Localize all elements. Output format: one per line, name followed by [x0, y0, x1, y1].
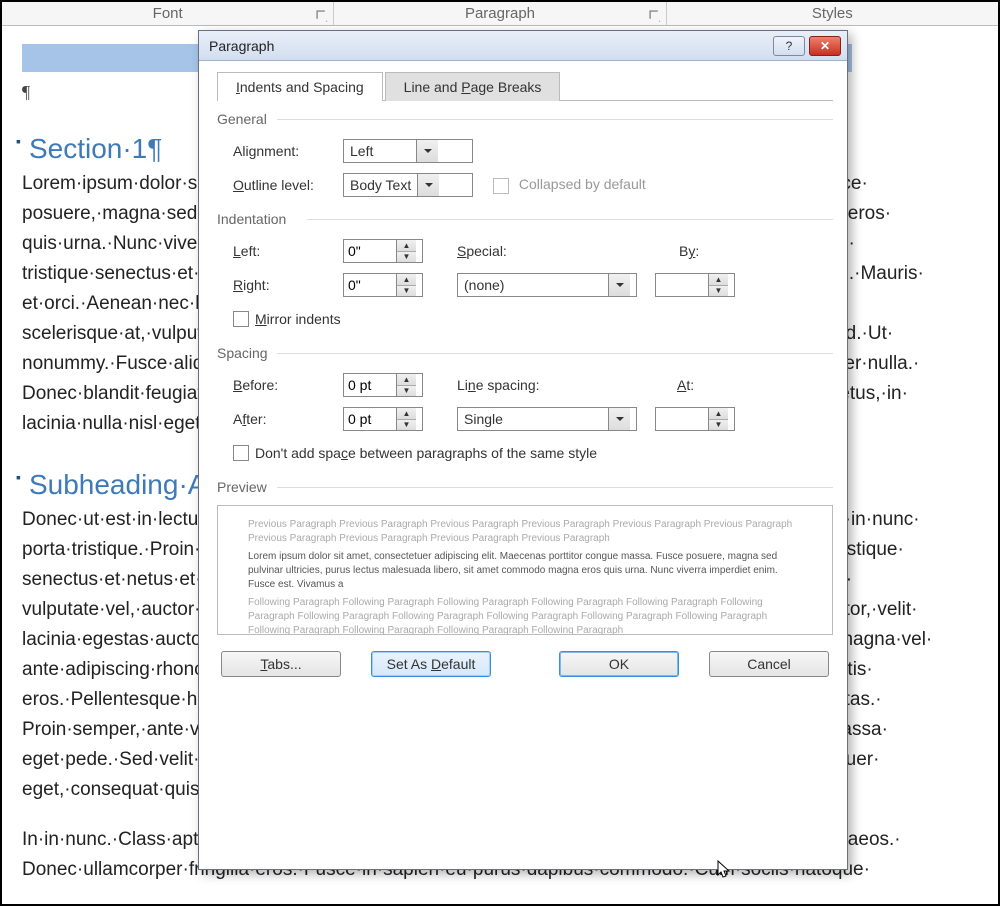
help-icon: ?: [786, 39, 793, 53]
group-general-label: General: [217, 111, 833, 127]
set-as-default-button[interactable]: Set As Default: [371, 651, 491, 677]
spin-down-icon[interactable]: ▼: [709, 420, 728, 431]
no-space-label: Don't add space between paragraphs of th…: [255, 445, 597, 461]
after-label: After:: [233, 411, 343, 427]
ribbon-paragraph-label: Paragraph: [465, 5, 535, 22]
preview-next-text: Following Paragraph Following Paragraph …: [248, 596, 802, 635]
spin-down-icon[interactable]: ▼: [397, 386, 416, 397]
indent-left-label: Left:: [233, 243, 343, 259]
tab-line-page-breaks[interactable]: Line and Page Breaks: [385, 72, 561, 101]
outline-level-combo[interactable]: Body Text: [343, 173, 473, 197]
outline-level-value: Body Text: [344, 175, 417, 195]
spin-up-icon[interactable]: ▲: [397, 274, 416, 286]
indent-right-label: Right:: [233, 277, 343, 293]
preview-sample-text: Lorem ipsum dolor sit amet, consectetuer…: [248, 550, 802, 592]
spin-up-icon[interactable]: ▲: [397, 240, 416, 252]
spin-up-icon[interactable]: ▲: [397, 408, 416, 420]
indent-right-input[interactable]: [344, 274, 396, 296]
by-input[interactable]: [656, 274, 708, 296]
after-spinner[interactable]: ▲▼: [343, 407, 423, 431]
alignment-combo[interactable]: Left: [343, 139, 473, 163]
dialog-titlebar[interactable]: Paragraph ? ✕: [199, 31, 847, 61]
ribbon-group-font: Font: [2, 2, 334, 25]
spin-up-icon[interactable]: ▲: [397, 374, 416, 386]
ribbon-font-label: Font: [153, 5, 183, 22]
spin-down-icon[interactable]: ▼: [709, 286, 728, 297]
at-spinner[interactable]: ▲▼: [655, 407, 735, 431]
group-indentation-label: Indentation: [217, 211, 833, 227]
by-label: By:: [679, 243, 789, 259]
group-spacing-label: Spacing: [217, 345, 833, 361]
paragraph-dialog: Paragraph ? ✕ IIndents and Spacingndents…: [198, 30, 848, 870]
chevron-down-icon: [608, 408, 630, 430]
dialog-launcher-icon[interactable]: [648, 9, 662, 23]
by-spinner[interactable]: ▲▼: [655, 273, 735, 297]
mirror-indents-checkbox[interactable]: [233, 311, 249, 327]
cancel-button[interactable]: Cancel: [709, 651, 829, 677]
chevron-down-icon: [417, 174, 439, 196]
help-button[interactable]: ?: [773, 36, 805, 56]
chevron-down-icon: [608, 274, 630, 296]
mirror-indents-label: Mirror indents: [255, 311, 341, 327]
collapsed-checkbox: [493, 178, 509, 194]
indent-right-spinner[interactable]: ▲▼: [343, 273, 423, 297]
group-preview-label: Preview: [217, 479, 833, 495]
close-button[interactable]: ✕: [809, 36, 841, 56]
spin-up-icon[interactable]: ▲: [709, 274, 728, 286]
ribbon-group-paragraph: Paragraph: [334, 2, 666, 25]
tab-indents-spacing[interactable]: IIndents and Spacingndents and Spacing: [217, 72, 383, 101]
alignment-label: Alignment:: [233, 143, 343, 159]
spin-up-icon[interactable]: ▲: [709, 408, 728, 420]
alignment-value: Left: [344, 141, 416, 161]
preview-prev-text: Previous Paragraph Previous Paragraph Pr…: [248, 518, 802, 546]
before-spinner[interactable]: ▲▼: [343, 373, 423, 397]
special-value: (none): [458, 275, 608, 295]
spin-down-icon[interactable]: ▼: [397, 252, 416, 263]
ok-button[interactable]: OK: [559, 651, 679, 677]
before-input[interactable]: [344, 374, 396, 396]
preview-box: Previous Paragraph Previous Paragraph Pr…: [217, 505, 833, 635]
spin-down-icon[interactable]: ▼: [397, 420, 416, 431]
mouse-cursor-icon: [717, 860, 733, 880]
at-label: At:: [677, 377, 787, 393]
line-spacing-combo[interactable]: Single: [457, 407, 637, 431]
ribbon-group-styles: Styles: [667, 2, 998, 25]
after-input[interactable]: [344, 408, 396, 430]
ribbon-styles-label: Styles: [812, 5, 853, 22]
line-spacing-value: Single: [458, 409, 608, 429]
close-icon: ✕: [820, 39, 830, 53]
special-combo[interactable]: (none): [457, 273, 637, 297]
tabs-button[interactable]: Tabs...: [221, 651, 341, 677]
indent-left-spinner[interactable]: ▲▼: [343, 239, 423, 263]
before-label: Before:: [233, 377, 343, 393]
collapsed-label: Collapsed by default: [519, 176, 646, 192]
dialog-tabs: IIndents and Spacingndents and Spacing L…: [217, 71, 833, 101]
spin-down-icon[interactable]: ▼: [397, 286, 416, 297]
indent-left-input[interactable]: [344, 240, 396, 262]
ribbon: Font Paragraph Styles: [2, 2, 998, 26]
chevron-down-icon: [416, 140, 438, 162]
at-input[interactable]: [656, 408, 708, 430]
no-space-checkbox[interactable]: [233, 445, 249, 461]
outline-level-label: Outline level:: [233, 177, 343, 193]
line-spacing-label: Line spacing:: [457, 377, 567, 393]
dialog-title: Paragraph: [205, 38, 769, 54]
dialog-launcher-icon[interactable]: [315, 9, 329, 23]
special-label: Special:: [457, 243, 567, 259]
